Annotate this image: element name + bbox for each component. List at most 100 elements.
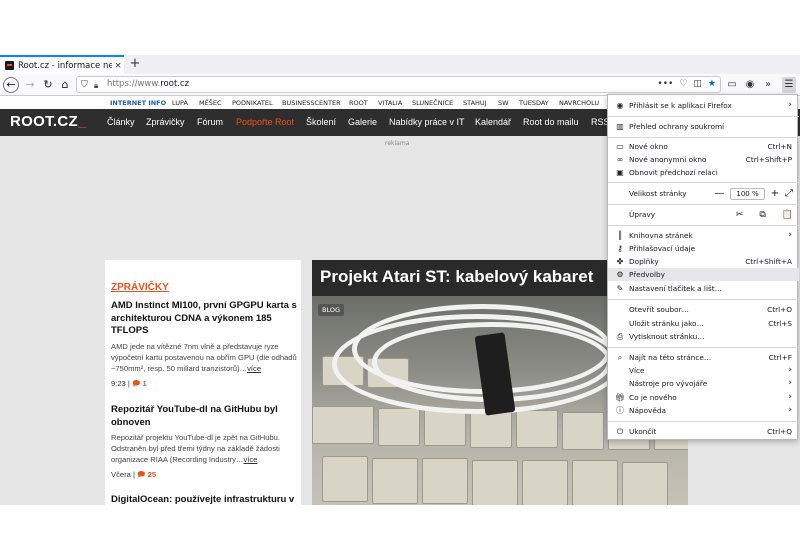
menu-kalendar[interactable]: Kalendář <box>475 117 511 127</box>
menu-item-label: Nové okno <box>629 142 668 151</box>
comment-count[interactable]: 25 <box>148 470 156 479</box>
more-link[interactable]: více <box>247 364 261 373</box>
paste-icon[interactable]: 📋 <box>782 210 793 220</box>
article-meta: Včera | 🗩︎ 25 <box>111 470 157 479</box>
more-link[interactable]: více <box>244 455 258 464</box>
menu-privacy[interactable]: ▥ Přehled ochrany soukromí <box>608 120 799 133</box>
comment-bubble-icon[interactable]: 🗩︎ <box>132 379 140 388</box>
news-column: ZPRÁVIČKY AMD Instinct MI100, první GPGP… <box>105 260 301 505</box>
menu-item-label: Nástroje pro vývojáře <box>629 379 708 388</box>
menu-logins[interactable]: ⚷ Přihlašovací údaje <box>608 242 799 255</box>
menu-zpravicky[interactable]: Zprávičky <box>146 117 185 127</box>
hamburger-menu-icon[interactable]: ☰ <box>782 77 796 93</box>
menu-whats-new[interactable]: 🎁︎ Co je nového › <box>608 391 799 404</box>
topnav-link[interactable]: BUSINESSCENTER <box>282 99 341 107</box>
url-text[interactable]: https://www.root.cz <box>107 77 189 92</box>
menu-save-page[interactable]: Uložit stránku jako… Ctrl+S <box>608 317 799 330</box>
tab-title: Root.cz - informace nejen ze světa Linux… <box>18 60 112 71</box>
home-icon[interactable]: ⌂ <box>57 77 73 93</box>
comment-bubble-icon[interactable]: 🗩︎ <box>137 470 145 479</box>
reload-icon[interactable]: ↻ <box>40 77 56 93</box>
zoom-in-button[interactable]: + <box>771 188 779 199</box>
news-section-title[interactable]: ZPRÁVIČKY <box>111 282 169 293</box>
back-arrow-icon[interactable]: ← <box>3 77 19 93</box>
menu-help[interactable]: ⓘ Nápověda › <box>608 404 799 417</box>
ad-label: reklama <box>385 140 410 147</box>
menu-separator <box>608 182 799 183</box>
tab-root[interactable]: Root.cz - informace nejen ze světa Linux… <box>0 55 124 74</box>
menu-skoleni[interactable]: Školení <box>306 117 336 127</box>
shortcut-label: Ctrl+O <box>767 305 792 314</box>
featured-title[interactable]: Projekt Atari ST: kabelový kabaret <box>320 267 593 287</box>
menu-addons[interactable]: ✤ Doplňky Ctrl+Shift+A <box>608 255 799 268</box>
menu-restore-session[interactable]: ▣ Obnovit předchozí relaci <box>608 166 799 179</box>
topnav-link[interactable]: SLUNEČNICE <box>412 99 453 107</box>
padlock-icon[interactable]: 🔒︎ <box>94 78 98 93</box>
topnav-link[interactable]: MĚŠEC <box>199 99 222 107</box>
menu-item-label: Přihlásit se k aplikaci Firefox <box>629 101 732 110</box>
bookmark-star-icon[interactable]: ★ <box>708 77 716 92</box>
menu-podporte-root[interactable]: Podpořte Root <box>236 117 294 127</box>
menu-item-label: Uložit stránku jako… <box>629 319 704 328</box>
menu-nabidky-prace[interactable]: Nabídky práce v IT <box>389 117 465 127</box>
article-title[interactable]: AMD Instinct MI100, první GPGPU karta s … <box>111 300 297 338</box>
menu-item-label: Nápověda <box>629 406 666 415</box>
account-icon: ◉ <box>616 101 624 110</box>
menu-print[interactable]: ⎙ Vytisknout stránku… <box>608 330 799 343</box>
article-title[interactable]: Repozitář YouTube-dl na GitHubu byl obno… <box>111 404 297 429</box>
menu-customize[interactable]: ✎ Nastavení tlačítek a lišt… <box>608 282 799 295</box>
zoom-reset-button[interactable]: 100 % <box>730 187 765 200</box>
menu-item-label: Doplňky <box>629 257 659 266</box>
menu-item-label: Co je nového <box>629 393 677 402</box>
menu-private-window[interactable]: ∞ Nové anonymní okno Ctrl+Shift+P <box>608 153 799 166</box>
topnav-link[interactable]: ROOT <box>349 99 368 107</box>
menu-open-file[interactable]: Otevřít soubor… Ctrl+O <box>608 303 799 316</box>
menu-zoom: Velikost stránky — 100 % + ⤢ <box>608 187 799 200</box>
menu-new-window[interactable]: ▭ Nové okno Ctrl+N <box>608 140 799 153</box>
menu-galerie[interactable]: Galerie <box>348 117 377 127</box>
menu-quit[interactable]: ⏻ Ukončit Ctrl+Q <box>608 425 799 438</box>
comment-count[interactable]: 1 <box>143 379 147 388</box>
menu-more[interactable]: Více › <box>608 364 799 377</box>
menu-forum[interactable]: Fórum <box>197 117 223 127</box>
new-tab-button[interactable]: + <box>128 55 142 74</box>
cut-icon[interactable]: ✂ <box>736 210 744 220</box>
menu-signin[interactable]: ◉ Přihlásit se k aplikaci Firefox › <box>608 99 799 112</box>
topnav-link[interactable]: NAVRCHOLU <box>559 99 599 107</box>
article-meta: 9:23 | 🗩︎ 1 <box>111 378 147 388</box>
topnav-link[interactable]: TUESDAY <box>519 99 549 107</box>
chevron-right-icon: › <box>788 365 792 375</box>
topnav-link[interactable]: VITALIA <box>378 99 402 107</box>
menu-item-label: Více <box>629 366 645 375</box>
root-logo[interactable]: ROOT.CZ_ <box>10 113 87 130</box>
page-actions-icon[interactable]: ••• <box>657 77 673 92</box>
topnav-link[interactable]: INTERNET INFO <box>110 99 166 107</box>
account-icon[interactable]: ◉ <box>743 77 757 93</box>
menu-preferences[interactable]: ⚙ Předvolby <box>608 268 799 281</box>
topnav-link[interactable]: LUPA <box>172 99 188 107</box>
topnav-link[interactable]: PODNIKATEL <box>232 99 273 107</box>
zoom-out-button[interactable]: — <box>714 188 724 199</box>
sidebar-icon[interactable]: ▭ <box>725 77 739 93</box>
article-title[interactable]: DigitalOcean: používejte infrastrukturu … <box>111 494 297 505</box>
menu-clanky[interactable]: Články <box>107 117 135 127</box>
topnav-link[interactable]: SW <box>498 99 509 107</box>
reader-view-icon[interactable]: ◫ <box>693 77 702 92</box>
tracking-shield-icon[interactable]: ⛉ <box>81 78 88 93</box>
copy-icon[interactable]: ⧉ <box>759 210 765 220</box>
topnav-link[interactable]: STAHUJ <box>463 99 487 107</box>
url-bar[interactable]: ⛉ 🔒︎ https://www.root.cz ••• ♡ ◫ ★ <box>76 76 721 93</box>
fullscreen-icon[interactable]: ⤢ <box>785 188 793 199</box>
menu-separator <box>608 204 799 205</box>
menu-separator <box>608 421 799 422</box>
article-perex: AMD jede na vítězné 7nm vlně a představu… <box>111 341 297 373</box>
menu-library[interactable]: ║ Knihovna stránek › <box>608 229 799 242</box>
tab-close-icon[interactable]: × <box>112 61 124 71</box>
overflow-chevron-icon[interactable]: » <box>761 77 775 93</box>
pocket-icon[interactable]: ♡ <box>679 77 687 92</box>
forward-arrow-icon[interactable]: → <box>22 77 38 93</box>
menu-separator <box>608 299 799 300</box>
menu-devtools[interactable]: Nástroje pro vývojáře › <box>608 377 799 390</box>
menu-root-do-mailu[interactable]: Root do mailu <box>523 117 579 127</box>
menu-find[interactable]: ⌕ Najít na této stránce… Ctrl+F <box>608 351 799 364</box>
